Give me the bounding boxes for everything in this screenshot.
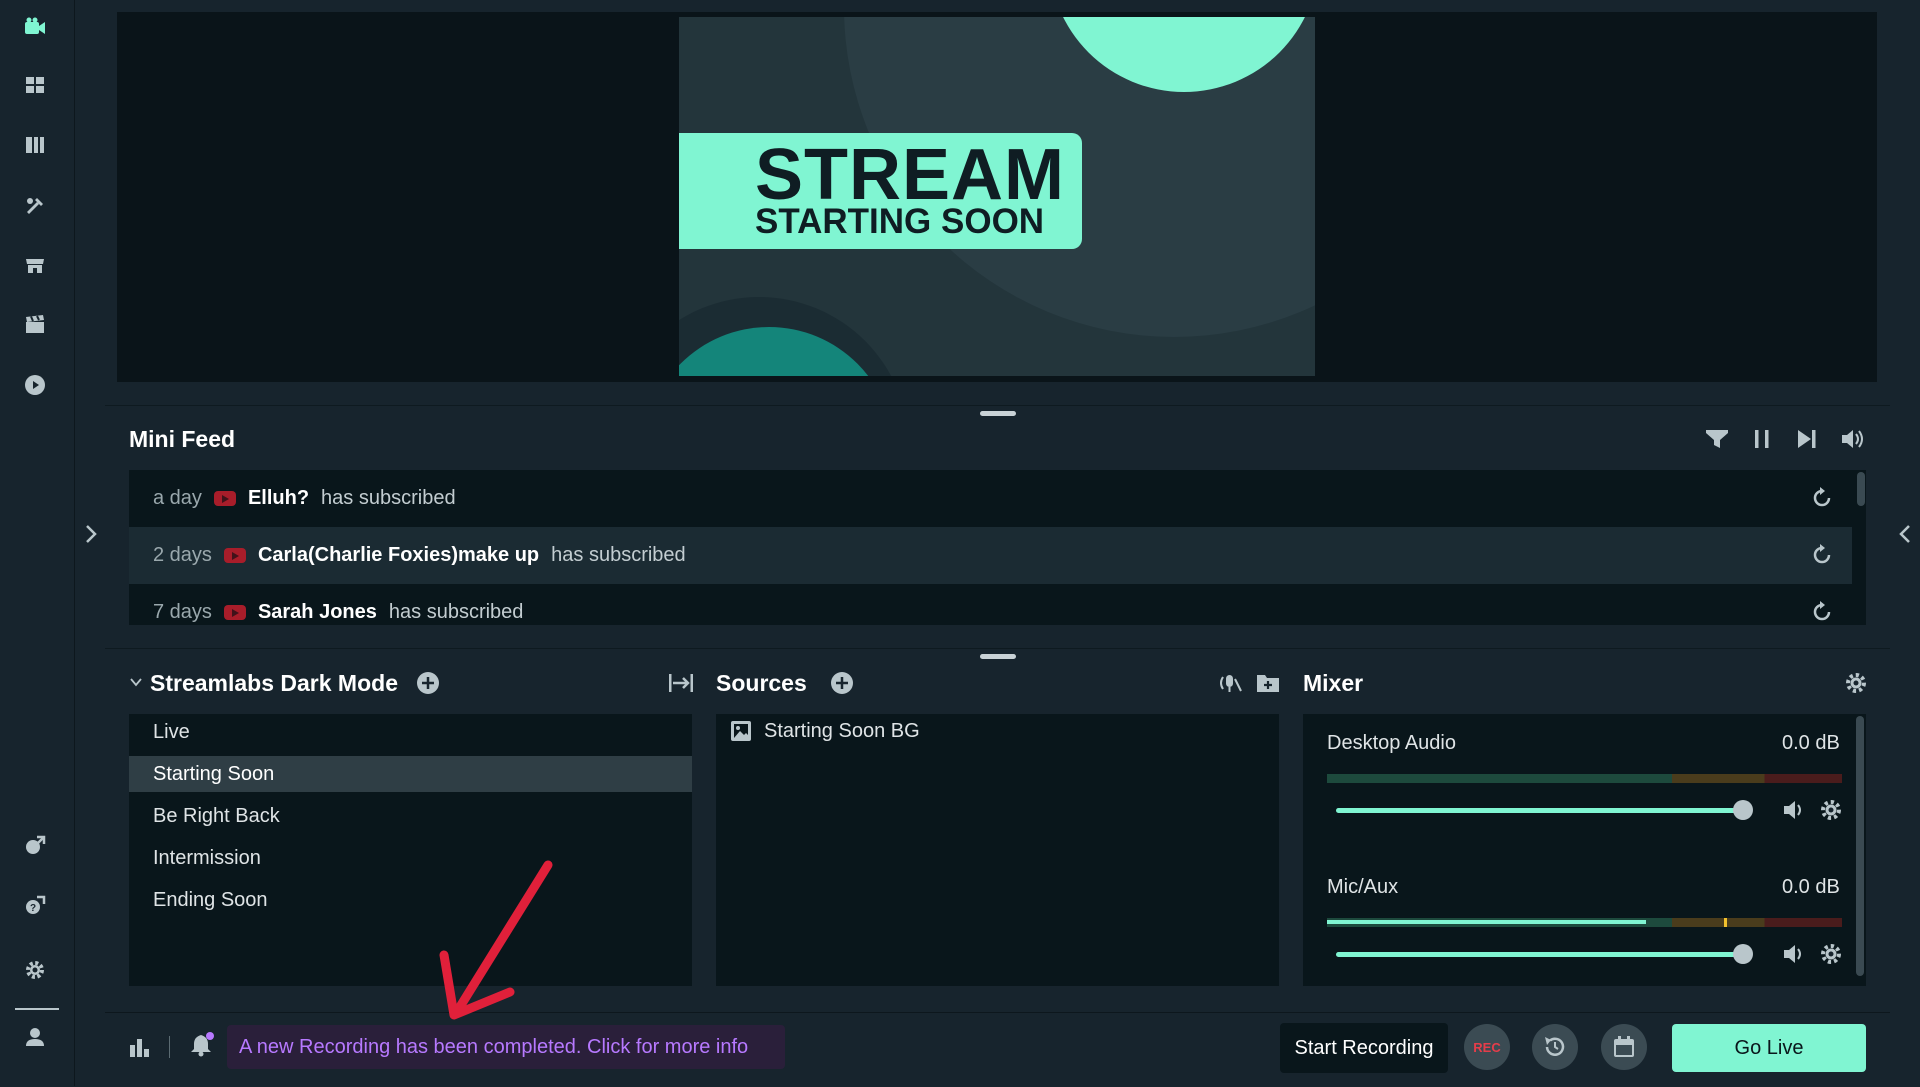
divider [105,648,1890,649]
volume-slider[interactable] [1336,952,1744,957]
audio-peak-marker [1724,918,1727,927]
audio-meter [1327,918,1842,927]
calendar-icon [1614,1036,1634,1057]
left-nav: ? [0,0,97,1086]
skip-icon[interactable] [1794,426,1820,452]
themes-icon[interactable] [22,193,48,219]
replay-buffer-icon [1545,1037,1565,1056]
remote-control-icon[interactable] [22,832,48,858]
replay-buffer-button[interactable] [1532,1024,1578,1070]
performance-stats-icon[interactable] [127,1034,153,1060]
footer-divider [169,1036,170,1058]
replay-icon[interactable] [1810,600,1834,624]
resize-handle-feed[interactable] [980,654,1016,659]
feed-item: 7 days Sarah Jones has subscribed [129,584,1852,625]
scene-item[interactable]: Intermission [129,840,692,876]
feed-message: has subscribed [388,601,524,623]
expand-right-dock-icon[interactable] [1898,524,1912,549]
rec-button[interactable]: REC [1464,1024,1510,1070]
notifications-bell-icon[interactable] [189,1032,215,1058]
mixer-scrollbar[interactable] [1856,716,1864,976]
feed-item: 2 days Carla(Charlie Foxies)make up has … [129,527,1852,584]
mixer-title: Mixer [1303,670,1364,696]
add-source-icon[interactable] [829,670,855,696]
recording-notification[interactable]: A new Recording has been completed. Clic… [227,1025,785,1069]
feed-time: 2 days [153,544,212,566]
replay-icon[interactable] [1810,486,1834,510]
replay-icon[interactable] [1810,543,1834,567]
volume-slider-knob[interactable] [1733,944,1753,964]
audio-level-fill [1327,920,1647,924]
scene-item-selected[interactable]: Starting Soon [129,756,692,792]
schedule-stream-button[interactable] [1601,1024,1647,1070]
rec-label: REC [1473,1039,1501,1055]
volume-icon[interactable] [1840,426,1866,452]
mini-feed-list[interactable]: a day Elluh? has subscribed 2 days Carla… [129,470,1866,625]
feed-time: a day [153,487,202,509]
annotation-arrow [439,860,553,1020]
channel-db: 0.0 dB [1782,876,1840,898]
add-scene-icon[interactable] [415,670,441,696]
help-icon[interactable]: ? [22,892,48,918]
scene-collection-title[interactable]: Streamlabs Dark Mode [150,670,398,697]
youtube-icon [213,491,236,506]
feed-item: a day Elluh? has subscribed [129,470,1852,527]
mini-feed-title: Mini Feed [129,426,236,452]
channel-settings-icon[interactable] [1818,797,1844,823]
sources-list[interactable]: Starting Soon BG [716,714,1279,986]
feed-message: has subscribed [551,544,686,566]
resize-handle-preview[interactable] [980,411,1016,416]
scene-item[interactable]: Live [129,714,692,750]
collapse-scenes-icon[interactable] [129,675,143,694]
mixer-settings-icon[interactable] [1843,670,1869,696]
feed-time: 7 days [153,601,212,623]
volume-slider-knob[interactable] [1733,800,1753,820]
settings-icon[interactable] [22,957,48,983]
preview-title-line2: STARTING SOON [755,202,1045,241]
image-source-icon [730,720,752,747]
start-recording-button[interactable]: Start Recording [1280,1023,1448,1073]
layout-icon[interactable] [22,72,48,98]
editor-icon[interactable] [22,14,48,40]
mute-icon[interactable] [1781,797,1807,823]
channel-name: Desktop Audio [1327,732,1456,754]
sources-title: Sources [716,670,807,696]
add-folder-icon[interactable] [1255,670,1281,696]
scenes-list[interactable]: Live Starting Soon Be Right Back Intermi… [129,714,692,986]
cloud-play-icon[interactable] [22,372,48,398]
app-store-icon[interactable] [22,252,48,278]
divider [105,405,1890,406]
user-icon[interactable] [22,1024,48,1050]
volume-slider[interactable] [1336,808,1744,813]
feed-username: Sarah Jones [257,601,377,623]
preview-title-card: STREAM STARTING SOON [679,133,1082,249]
channel-name: Mic/Aux [1327,876,1399,898]
feed-message: has subscribed [321,487,456,509]
scene-item[interactable]: Be Right Back [129,798,692,834]
studio-mode-icon[interactable] [22,132,48,158]
pause-icon[interactable] [1749,426,1775,452]
mute-icon[interactable] [1781,941,1807,967]
svg-text:?: ? [30,903,36,914]
youtube-icon [223,605,246,620]
filter-icon[interactable] [1704,426,1730,452]
channel-db: 0.0 dB [1782,732,1840,754]
youtube-icon [223,548,246,563]
feed-scrollbar[interactable] [1857,472,1865,506]
expand-left-dock-icon[interactable] [84,524,98,549]
source-item[interactable]: Starting Soon BG [764,720,920,743]
feed-username: Elluh? [247,487,310,509]
scene-preview-canvas[interactable]: STREAM STARTING SOON [679,17,1315,376]
scene-item[interactable]: Ending Soon [129,882,692,918]
nav-divider [15,1008,59,1010]
channel-settings-icon[interactable] [1818,941,1844,967]
feed-username: Carla(Charlie Foxies)make up [257,544,540,566]
scene-transitions-icon[interactable] [668,670,694,696]
highlighter-icon[interactable] [22,312,48,338]
go-live-button[interactable]: Go Live [1672,1024,1866,1072]
microphone-settings-icon[interactable] [1217,670,1243,696]
audio-meter [1327,774,1842,783]
